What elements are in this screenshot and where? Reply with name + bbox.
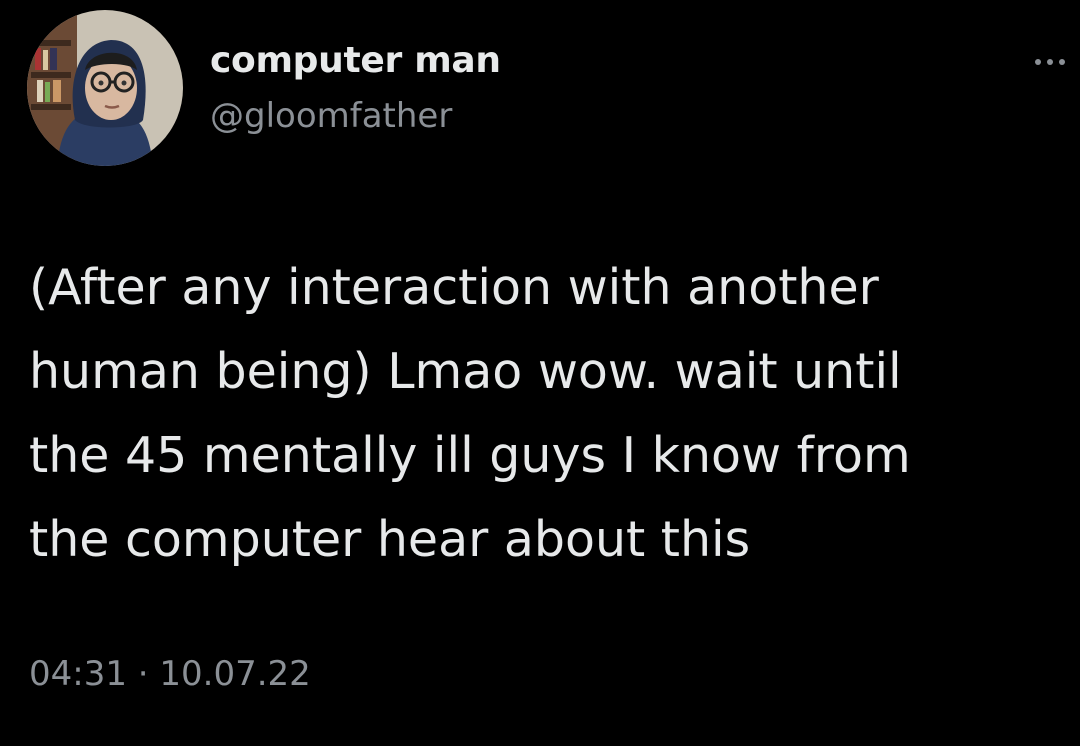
more-horizontal-icon[interactable] (1030, 52, 1070, 72)
avatar[interactable] (27, 10, 183, 166)
author-display-name[interactable]: computer man (210, 40, 501, 81)
tweet-text: (After any interaction with another huma… (29, 259, 911, 568)
tweet-card: computer man @gloomfather (After any int… (0, 0, 1080, 746)
author-handle[interactable]: @gloomfather (210, 96, 452, 136)
profile-photo-icon (27, 10, 183, 166)
tweet-timestamp[interactable]: 04:31 · 10.07.22 (29, 654, 311, 694)
